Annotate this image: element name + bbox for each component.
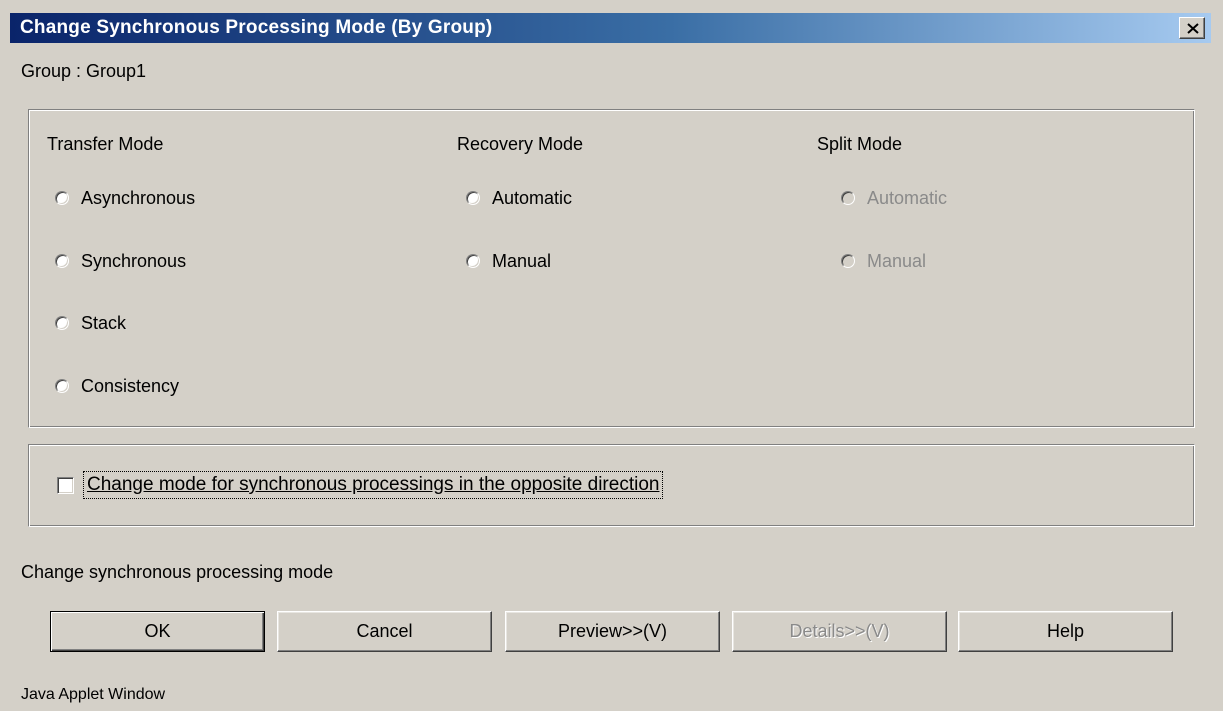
radio-label: Stack xyxy=(81,312,127,333)
dialog-window: Change Synchronous Processing Mode (By G… xyxy=(0,0,1223,711)
radio-button-icon xyxy=(466,254,480,268)
radio-button-icon xyxy=(841,191,855,205)
mode-panel: Transfer Mode Asynchronous Synchronous S… xyxy=(28,109,1195,428)
preview-button[interactable]: Preview>>(V) xyxy=(505,611,720,652)
split-manual-radio: Manual xyxy=(841,249,926,273)
radio-button-icon xyxy=(55,379,69,393)
window-title: Change Synchronous Processing Mode (By G… xyxy=(20,17,493,38)
cancel-button[interactable]: Cancel xyxy=(277,611,492,652)
radio-button-icon xyxy=(55,316,69,330)
radio-label: Asynchronous xyxy=(81,187,196,208)
transfer-synchronous-radio[interactable]: Synchronous xyxy=(55,249,186,273)
transfer-consistency-radio[interactable]: Consistency xyxy=(55,374,179,398)
radio-label: Consistency xyxy=(81,375,180,396)
radio-label: Automatic xyxy=(492,187,573,208)
transfer-stack-radio[interactable]: Stack xyxy=(55,311,126,335)
status-text: Change synchronous processing mode xyxy=(21,562,334,582)
opposite-direction-checkbox-row[interactable]: Change mode for synchronous processings … xyxy=(57,471,664,499)
transfer-asynchronous-radio[interactable]: Asynchronous xyxy=(55,186,195,210)
opposite-direction-checkbox[interactable] xyxy=(57,476,74,494)
radio-label: Manual xyxy=(867,250,927,271)
split-automatic-radio: Automatic xyxy=(841,186,947,210)
recovery-mode-title: Recovery Mode xyxy=(457,134,584,154)
radio-button-icon xyxy=(55,254,69,268)
title-bar[interactable]: Change Synchronous Processing Mode (By G… xyxy=(10,13,1211,43)
transfer-mode-title: Transfer Mode xyxy=(47,134,164,154)
radio-button-icon xyxy=(55,191,69,205)
applet-footer: Java Applet Window xyxy=(21,686,166,703)
radio-label: Automatic xyxy=(867,187,948,208)
split-mode-title: Split Mode xyxy=(817,134,903,154)
options-panel: Change mode for synchronous processings … xyxy=(28,444,1195,527)
radio-label: Synchronous xyxy=(81,250,187,271)
details-button: Details>>(V) xyxy=(732,611,947,652)
close-button[interactable] xyxy=(1179,17,1205,39)
opposite-direction-label[interactable]: Change mode for synchronous processings … xyxy=(82,471,664,499)
ok-button[interactable]: OK xyxy=(50,611,265,652)
recovery-manual-radio[interactable]: Manual xyxy=(466,249,551,273)
radio-button-icon xyxy=(841,254,855,268)
close-x-icon xyxy=(1187,23,1199,34)
radio-button-icon xyxy=(466,191,480,205)
radio-label: Manual xyxy=(492,250,552,271)
help-button[interactable]: Help xyxy=(958,611,1173,652)
recovery-automatic-radio[interactable]: Automatic xyxy=(466,186,572,210)
group-label: Group : Group1 xyxy=(21,61,147,81)
